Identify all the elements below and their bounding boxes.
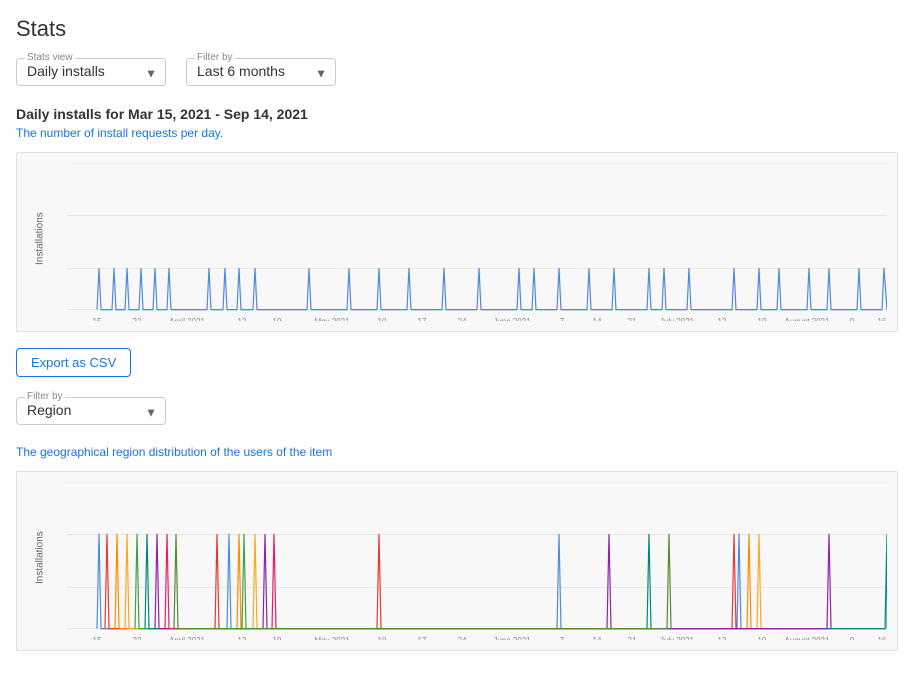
svg-text:May 2021: May 2021 [314,316,349,321]
filter-by-dropdown[interactable]: Filter by Last 6 months Last 3 months La… [186,58,336,86]
svg-text:12: 12 [718,316,727,321]
svg-text:14: 14 [593,635,602,640]
svg-text:August 2021: August 2021 [785,635,830,640]
region-section: Filter by Region Country ▼ The geographi… [16,397,898,651]
region-controls-row: Filter by Region Country ▼ [16,397,898,425]
svg-text:21: 21 [628,635,637,640]
chart1-container: Installations 3 2 1 0 15 22 April 2021 1… [16,152,898,332]
svg-text:16: 16 [878,635,887,640]
svg-text:June 2021: June 2021 [493,316,531,321]
svg-text:15: 15 [93,635,102,640]
svg-text:July 2021: July 2021 [660,316,694,321]
svg-text:April 2021: April 2021 [169,635,205,640]
svg-text:19: 19 [273,316,282,321]
stats-view-dropdown[interactable]: Stats view Daily installs Weekly install… [16,58,166,86]
svg-text:12: 12 [718,635,727,640]
svg-text:9: 9 [850,635,855,640]
controls-row: Stats view Daily installs Weekly install… [16,58,898,86]
chart1-subtext: The number of install requests per day. [16,126,898,140]
svg-text:24: 24 [458,316,467,321]
export-csv-button[interactable]: Export as CSV [16,348,131,377]
chart1-y-label: Installations [35,219,46,265]
svg-text:15: 15 [93,316,102,321]
svg-text:April 2021: April 2021 [169,316,205,321]
filter-by-label: Filter by [195,52,235,63]
chart1-heading: Daily installs for Mar 15, 2021 - Sep 14… [16,106,898,122]
svg-text:June 2021: June 2021 [493,635,531,640]
svg-text:9: 9 [850,316,855,321]
svg-text:10: 10 [378,635,387,640]
svg-text:17: 17 [418,635,427,640]
svg-text:7: 7 [560,635,565,640]
stats-view-label: Stats view [25,52,75,63]
svg-text:19: 19 [758,316,767,321]
stats-view-select[interactable]: Daily installs Weekly installs Monthly i… [27,63,155,79]
page-title: Stats [16,16,898,42]
svg-text:July 2021: July 2021 [660,635,694,640]
svg-text:7: 7 [560,316,565,321]
chart1-svg: 3 2 1 0 15 22 April 2021 12 19 May 2021 … [67,163,887,321]
filter-by-select[interactable]: Last 6 months Last 3 months Last month [197,63,325,79]
region-dropdown[interactable]: Filter by Region Country ▼ [16,397,166,425]
svg-text:19: 19 [273,635,282,640]
svg-text:August 2021: August 2021 [785,316,830,321]
svg-text:14: 14 [593,316,602,321]
svg-text:21: 21 [628,316,637,321]
svg-text:24: 24 [458,635,467,640]
svg-text:10: 10 [378,316,387,321]
svg-text:19: 19 [758,635,767,640]
svg-text:16: 16 [878,316,887,321]
svg-text:22: 22 [133,635,142,640]
region-select[interactable]: Region Country [27,402,155,418]
chart2-container: Installations 1.5 1.0 0.5 0.0 [16,471,898,651]
svg-text:17: 17 [418,316,427,321]
svg-text:12: 12 [238,316,247,321]
svg-text:May 2021: May 2021 [314,635,349,640]
chart2-subtext: The geographical region distribution of … [16,445,898,459]
chart1-section: Daily installs for Mar 15, 2021 - Sep 14… [16,106,898,332]
chart2-svg: 1.5 1.0 0.5 0.0 15 22 [67,482,887,640]
region-filter-label: Filter by [25,391,65,402]
svg-text:22: 22 [133,316,142,321]
svg-text:12: 12 [238,635,247,640]
chart2-y-label: Installations [35,538,46,584]
